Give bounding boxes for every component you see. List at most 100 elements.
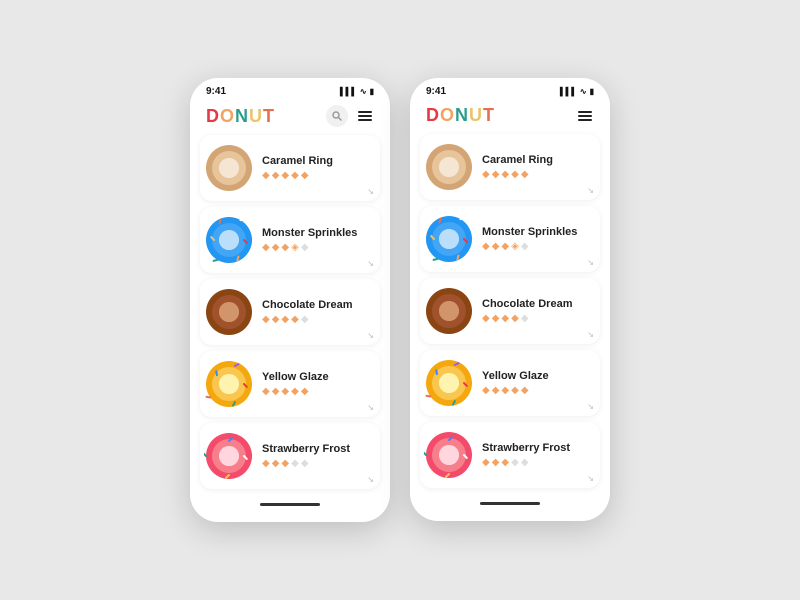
donut-image xyxy=(204,359,254,409)
star-filled: ◆ xyxy=(492,241,500,252)
donut-info: Caramel Ring◆◆◆◆◆ xyxy=(262,155,372,181)
logo-letter-t: T xyxy=(263,106,275,127)
donut-card[interactable]: Strawberry Frost◆◆◆◆◆↘ xyxy=(200,423,380,489)
donut-image xyxy=(424,142,474,192)
donut-info: Yellow Glaze ◆◆◆◆◆ xyxy=(482,370,592,396)
app-header: DONUT xyxy=(190,101,390,135)
star-filled: ◆ xyxy=(262,458,270,469)
star-filled: ◆ xyxy=(291,170,299,181)
donut-info: Strawberry Frost◆◆◆◆◆ xyxy=(262,443,372,469)
star-filled: ◆ xyxy=(281,170,289,181)
status-bar: 9:41 ▌▌▌ ∿ ▮ xyxy=(410,78,610,101)
star-filled: ◆ xyxy=(482,241,490,252)
donut-name: Chocolate Dream xyxy=(262,299,372,311)
star-filled: ◆ xyxy=(501,313,509,324)
wifi-icon: ∿ xyxy=(360,87,367,96)
wifi-icon: ∿ xyxy=(580,87,587,96)
star-empty: ◆ xyxy=(521,241,529,252)
logo-letter-n: N xyxy=(455,105,469,126)
star-empty: ◆ xyxy=(521,313,529,324)
star-filled: ◆ xyxy=(281,458,289,469)
donut-image xyxy=(424,286,474,336)
header-right xyxy=(576,109,594,123)
donut-card[interactable]: Chocolate Dream◆◆◆◆◆↘ xyxy=(420,278,600,344)
star-empty: ◆ xyxy=(301,458,309,469)
expand-icon: ↘ xyxy=(587,330,594,339)
star-empty: ◆ xyxy=(521,457,529,468)
menu-button[interactable] xyxy=(356,109,374,123)
star-filled: ◆ xyxy=(262,242,270,253)
donut-image xyxy=(424,358,474,408)
donut-name: Yellow Glaze xyxy=(482,370,592,382)
star-filled: ◆ xyxy=(521,385,529,396)
donut-card[interactable]: Yellow Glaze◆◆◆◆◆↘ xyxy=(420,350,600,416)
battery-icon: ▮ xyxy=(590,87,594,96)
donut-image xyxy=(424,214,474,264)
star-filled: ◆ xyxy=(281,242,289,253)
expand-icon: ↘ xyxy=(587,474,594,483)
donut-image xyxy=(204,215,254,265)
app-logo: DONUT xyxy=(426,105,495,126)
donut-name: Caramel Ring xyxy=(262,155,372,167)
donut-image xyxy=(204,287,254,337)
status-bar: 9:41 ▌▌▌ ∿ ▮ xyxy=(190,78,390,101)
star-filled: ◆ xyxy=(272,386,280,397)
star-filled: ◆ xyxy=(301,170,309,181)
star-half: ◈ xyxy=(511,241,519,252)
status-time: 9:41 xyxy=(426,86,446,97)
app-logo: DONUT xyxy=(206,106,275,127)
donut-stars: ◆◆◆◆◆ xyxy=(482,313,592,324)
donut-stars: ◆◆◆◆◆ xyxy=(482,457,592,468)
phone-left: 9:41 ▌▌▌ ∿ ▮ DONUT Caramel Ring◆◆◆◆◆↘ Mo… xyxy=(190,78,390,522)
expand-icon: ↘ xyxy=(367,475,374,484)
home-indicator xyxy=(480,502,540,505)
star-filled: ◆ xyxy=(501,169,509,180)
donut-card[interactable]: Chocolate Dream◆◆◆◆◆↘ xyxy=(200,279,380,345)
donut-stars: ◆◆◆◆◆ xyxy=(482,385,592,396)
search-button[interactable] xyxy=(326,105,348,127)
star-filled: ◆ xyxy=(482,457,490,468)
expand-icon: ↘ xyxy=(587,186,594,195)
donut-info: Strawberry Frost ◆◆◆◆◆ xyxy=(482,442,592,468)
star-filled: ◆ xyxy=(501,457,509,468)
donut-image xyxy=(424,430,474,480)
signal-icon: ▌▌▌ xyxy=(560,87,577,96)
donut-stars: ◆◆◆◈◆ xyxy=(262,242,372,253)
star-filled: ◆ xyxy=(511,169,519,180)
star-filled: ◆ xyxy=(492,169,500,180)
donut-name: Strawberry Frost xyxy=(482,442,592,454)
donut-name: Caramel Ring xyxy=(482,154,592,166)
menu-button[interactable] xyxy=(576,109,594,123)
donut-name: Yellow Glaze xyxy=(262,371,372,383)
logo-letter-d: D xyxy=(206,106,220,127)
status-time: 9:41 xyxy=(206,86,226,97)
donut-info: Chocolate Dream◆◆◆◆◆ xyxy=(482,298,592,324)
donut-card[interactable]: Caramel Ring ◆◆◆◆◆ ↘ xyxy=(420,134,600,200)
donut-card[interactable]: Strawberry Frost ◆◆◆◆◆ ↘ xyxy=(420,422,600,488)
donut-stars: ◆◆◆◆◆ xyxy=(262,458,372,469)
star-empty: ◆ xyxy=(301,242,309,253)
status-icons: ▌▌▌ ∿ ▮ xyxy=(340,87,374,96)
star-filled: ◆ xyxy=(272,314,280,325)
star-filled: ◆ xyxy=(301,386,309,397)
star-half: ◈ xyxy=(291,242,299,253)
header-right xyxy=(326,105,374,127)
battery-icon: ▮ xyxy=(370,87,374,96)
donut-card[interactable]: Monster Sprinkles◆◆◆◈◆↘ xyxy=(420,206,600,272)
donut-info: Yellow Glaze◆◆◆◆◆ xyxy=(262,371,372,397)
donut-image xyxy=(204,431,254,481)
donut-name: Chocolate Dream xyxy=(482,298,592,310)
donut-name: Strawberry Frost xyxy=(262,443,372,455)
logo-letter-d: D xyxy=(426,105,440,126)
donut-card[interactable]: Monster Sprinkles◆◆◆◈◆↘ xyxy=(200,207,380,273)
donut-image xyxy=(204,143,254,193)
star-filled: ◆ xyxy=(492,457,500,468)
donut-card[interactable]: Caramel Ring◆◆◆◆◆↘ xyxy=(200,135,380,201)
donut-name: Monster Sprinkles xyxy=(482,226,592,238)
donut-card[interactable]: Yellow Glaze◆◆◆◆◆↘ xyxy=(200,351,380,417)
expand-icon: ↘ xyxy=(367,259,374,268)
donut-list: Caramel Ring◆◆◆◆◆↘ Monster Sprinkles◆◆◆◈… xyxy=(190,135,390,495)
star-filled: ◆ xyxy=(482,169,490,180)
star-filled: ◆ xyxy=(501,241,509,252)
donut-stars: ◆◆◆◆◆ xyxy=(482,169,592,180)
